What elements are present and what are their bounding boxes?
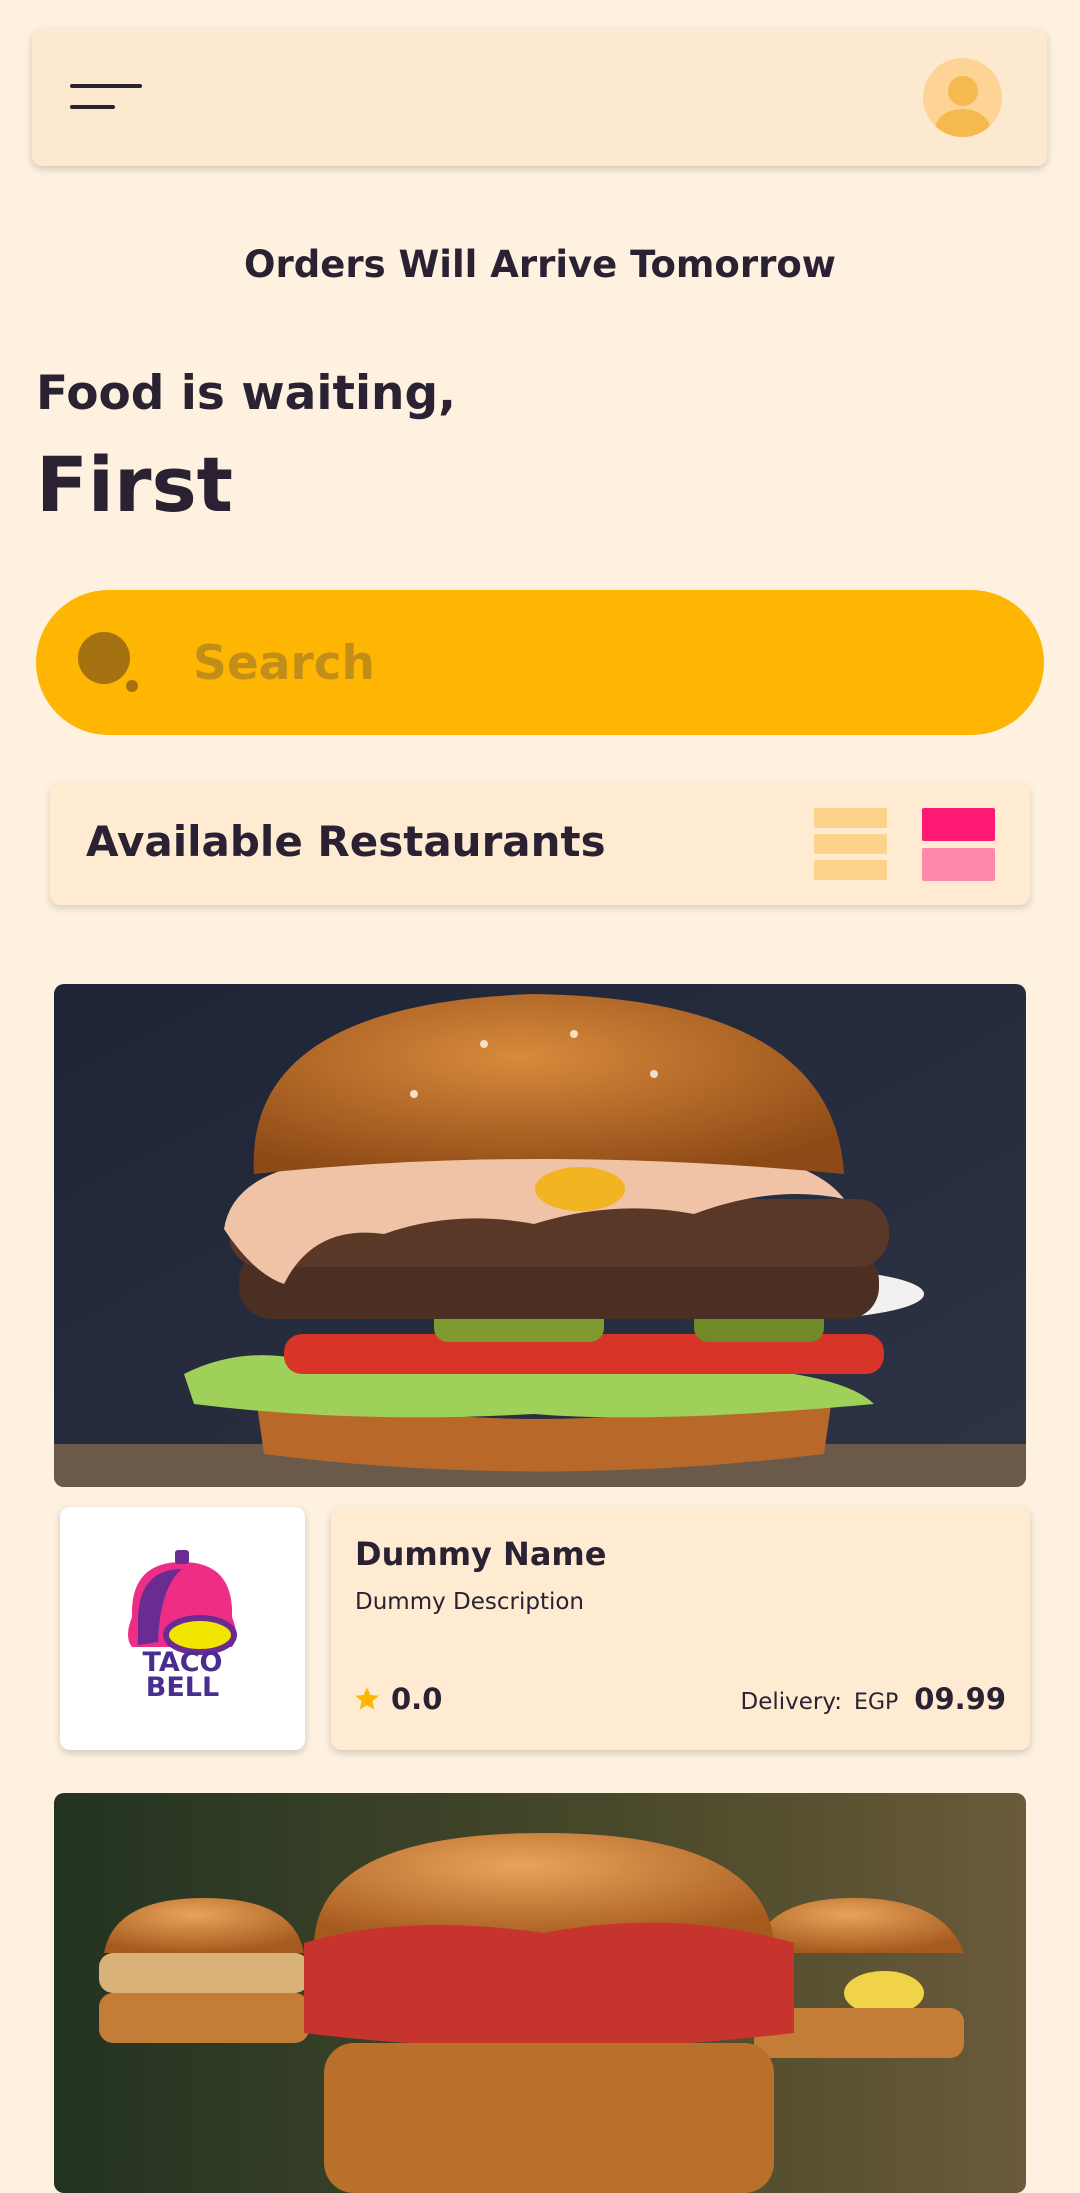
section-title: Available Restaurants <box>86 817 606 866</box>
delivery-price: 09.99 <box>914 1682 1006 1716</box>
restaurant-description: Dummy Description <box>355 1589 585 1615</box>
restaurant-info-card[interactable]: Dummy Name Dummy Description 0.0 Deliver… <box>331 1507 1030 1750</box>
logo-text: TACO BELL <box>142 1647 223 1703</box>
restaurant-name: Dummy Name <box>355 1535 607 1573</box>
card-view-icon[interactable] <box>922 808 995 881</box>
delivery-fee: Delivery: EGP 09.99 <box>741 1682 1007 1716</box>
list-view-icon[interactable] <box>814 808 887 881</box>
restaurants-section-header: Available Restaurants <box>50 783 1030 905</box>
user-name: First <box>36 440 234 529</box>
search-icon <box>78 632 142 696</box>
hamburger-menu-icon[interactable] <box>70 84 142 114</box>
top-app-bar <box>32 29 1047 166</box>
restaurant-rating: 0.0 <box>391 1682 443 1716</box>
search-input[interactable] <box>191 620 995 707</box>
greeting-text: Food is waiting, <box>36 366 457 421</box>
delivery-label: Delivery: <box>740 1689 843 1715</box>
delivery-currency: EGP <box>854 1690 899 1715</box>
search-bar[interactable] <box>36 590 1044 735</box>
user-avatar-icon[interactable] <box>923 58 1002 137</box>
star-icon <box>355 1687 379 1710</box>
delivery-notice: Orders Will Arrive Tomorrow <box>244 243 836 286</box>
restaurant-cover-image[interactable] <box>54 984 1026 1487</box>
restaurant-logo[interactable]: TACO BELL <box>60 1507 305 1750</box>
restaurant-cover-image[interactable] <box>54 1793 1026 2193</box>
